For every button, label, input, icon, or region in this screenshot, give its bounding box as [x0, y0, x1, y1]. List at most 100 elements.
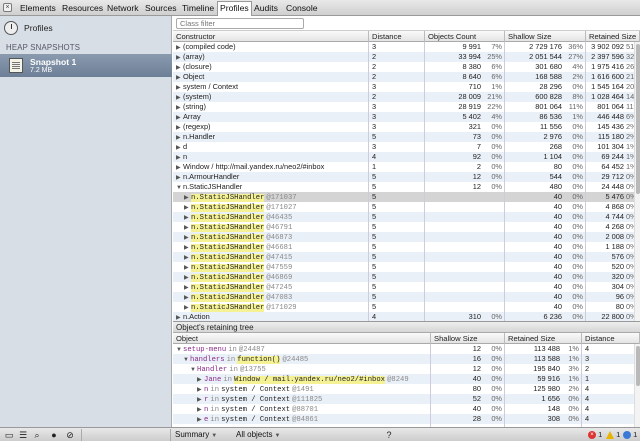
- instance-row[interactable]: ▶ n.StaticJSHandler @46869 5 40 0% 320 0%: [173, 272, 640, 282]
- disclosure-triangle-icon[interactable]: ▶: [184, 243, 191, 252]
- instance-row[interactable]: ▶ n.StaticJSHandler @47245 5 40 0% 304 0%: [173, 282, 640, 292]
- column-header-shallow-size[interactable]: Shallow Size: [505, 31, 586, 42]
- retainer-row[interactable]: ▼handlers in function() @24485 16 0% 113 58…: [173, 354, 640, 364]
- dock-icon[interactable]: ▭: [3, 429, 15, 441]
- tab-sources[interactable]: Sources: [143, 2, 179, 14]
- expanded-triangle-icon[interactable]: ▼: [176, 345, 183, 354]
- column-header-distance[interactable]: Distance: [369, 31, 425, 42]
- constructors-scroll-thumb[interactable]: [636, 44, 640, 194]
- retainer-row[interactable]: ▶ n in system / Context @1491 80 0% 125 980 2…: [173, 384, 640, 394]
- error-counter[interactable]: × 1: [588, 430, 602, 440]
- expanded-triangle-icon[interactable]: ▼: [183, 355, 190, 364]
- disclosure-triangle-icon[interactable]: ▶: [184, 193, 191, 202]
- tab-network[interactable]: Network: [105, 2, 141, 14]
- disclosure-triangle-icon[interactable]: ▶: [176, 73, 183, 82]
- column-header-constructor[interactable]: Constructor: [173, 31, 369, 42]
- disclosure-triangle-icon[interactable]: ▶: [176, 143, 183, 152]
- table-row[interactable]: ▶ (closure) 2 8 380 6% 301 680 4% 1 975 416 26%: [173, 62, 640, 72]
- table-row[interactable]: ▼n.StaticJSHandler 5 12 0% 480 0% 24 448 0%: [173, 182, 640, 192]
- tab-timeline[interactable]: Timeline: [180, 2, 216, 14]
- disclosure-triangle-icon[interactable]: ▶: [176, 113, 183, 122]
- disclosure-triangle-icon[interactable]: ▶: [197, 375, 204, 384]
- console-drawer-icon[interactable]: ☰: [17, 429, 29, 441]
- table-row[interactable]: ▶ d 3 7 0% 268 0% 101 304 1%: [173, 142, 640, 152]
- instance-row[interactable]: ▶ n.StaticJSHandler @171037 5 40 0% 5 476 0%: [173, 192, 640, 202]
- table-row[interactable]: ▶ (system) 2 28 009 21% 600 828 8% 1 028 464 14%: [173, 92, 640, 102]
- tab-console[interactable]: Console: [284, 2, 320, 14]
- instance-row[interactable]: ▶ n.StaticJSHandler @47559 5 40 0% 520 0%: [173, 262, 640, 272]
- disclosure-triangle-icon[interactable]: ▶: [176, 53, 183, 62]
- disclosure-triangle-icon[interactable]: ▶: [184, 273, 191, 282]
- constructors-scrollbar[interactable]: [634, 42, 640, 321]
- retainer-row[interactable]: ▶ n in system / Context @88701 40 0% 148 0% 4: [173, 404, 640, 414]
- instance-row[interactable]: ▶ n.StaticJSHandler @46873 5 40 0% 2 008 0%: [173, 232, 640, 242]
- retaining-scrollbar[interactable]: [634, 344, 640, 427]
- view-select[interactable]: Summary ▼: [175, 430, 217, 440]
- take-snapshot-icon[interactable]: ●: [48, 429, 60, 441]
- disclosure-triangle-icon[interactable]: ▶: [197, 395, 204, 404]
- table-row[interactable]: ▶ n.ArmourHandler 5 12 0% 544 0% 29 712 0%: [173, 172, 640, 182]
- retaining-header-object[interactable]: Object: [173, 333, 431, 344]
- disclosure-triangle-icon[interactable]: ▶: [197, 405, 204, 414]
- column-header-retained-size[interactable]: Retained Size: [586, 31, 640, 42]
- disclosure-triangle-icon[interactable]: ▶: [184, 213, 191, 222]
- retainer-row[interactable]: ▶ e in system / Context @84861 28 0% 308 0% 4: [173, 414, 640, 424]
- disclosure-triangle-icon[interactable]: ▶: [184, 253, 191, 262]
- retainer-row[interactable]: ▶ r in system / Context @111825 52 0% 1 656 0…: [173, 394, 640, 404]
- disclosure-triangle-icon[interactable]: ▶: [176, 63, 183, 72]
- disclosure-triangle-icon[interactable]: ▶: [184, 293, 191, 302]
- disclosure-triangle-icon[interactable]: ▶: [176, 43, 183, 52]
- tab-resources[interactable]: Resources: [60, 2, 105, 14]
- instance-row[interactable]: ▶ n.StaticJSHandler @47415 5 40 0% 576 0%: [173, 252, 640, 262]
- tab-elements[interactable]: Elements: [18, 2, 58, 14]
- retaining-header-retained-size[interactable]: Retained Size: [505, 333, 582, 344]
- clear-icon[interactable]: ⊘: [64, 429, 76, 441]
- disclosure-triangle-icon[interactable]: ▶: [176, 93, 183, 102]
- retaining-header-distance[interactable]: Distance: [582, 333, 640, 344]
- table-row[interactable]: ▶ (array) 2 33 994 25% 2 051 544 27% 2 397 596 3…: [173, 52, 640, 62]
- close-icon[interactable]: ×: [3, 3, 12, 12]
- disclosure-triangle-icon[interactable]: ▶: [184, 283, 191, 292]
- retaining-scroll-thumb[interactable]: [636, 346, 640, 386]
- disclosure-triangle-icon[interactable]: ▶: [184, 203, 191, 212]
- disclosure-triangle-icon[interactable]: ▶: [197, 385, 204, 394]
- instance-row[interactable]: ▶ n.StaticJSHandler @171027 5 40 0% 4 868 0%: [173, 202, 640, 212]
- disclosure-triangle-icon[interactable]: ▶: [184, 223, 191, 232]
- instance-row[interactable]: ▶ n.StaticJSHandler @46435 5 40 0% 4 744 0%: [173, 212, 640, 222]
- table-row[interactable]: ▶ (compiled code) 3 9 991 7% 2 729 176 36% 3 90…: [173, 42, 640, 52]
- table-row[interactable]: ▶ (regexp) 3 321 0% 11 556 0% 145 436 2%: [173, 122, 640, 132]
- table-row[interactable]: ▶ n 4 92 0% 1 104 0% 69 244 1%: [173, 152, 640, 162]
- expanded-triangle-icon[interactable]: ▼: [176, 183, 183, 192]
- help-button[interactable]: ?: [383, 429, 395, 441]
- warning-counter[interactable]: 1: [606, 430, 620, 440]
- table-row[interactable]: ▶ system / Context 3 710 1% 28 296 0% 1 545 164…: [173, 82, 640, 92]
- retainer-row[interactable]: ▶ Jane in Window / mail.yandex.ru/neo2/#i…: [173, 374, 640, 384]
- sidebar-profiles-header[interactable]: Profiles: [4, 20, 168, 36]
- table-row[interactable]: ▶ n.Action 4 310 0% 6 236 0% 22 800 0%: [173, 312, 640, 321]
- disclosure-triangle-icon[interactable]: ▶: [176, 83, 183, 92]
- expanded-triangle-icon[interactable]: ▼: [190, 365, 197, 374]
- table-row[interactable]: ▶ Array 3 5 402 4% 86 536 1% 446 448 6%: [173, 112, 640, 122]
- sidebar-item-snapshot-1[interactable]: Snapshot 1 7.2 MB: [0, 54, 172, 77]
- instance-row[interactable]: ▶ n.StaticJSHandler @171029 5 40 0% 80 0%: [173, 302, 640, 312]
- table-row[interactable]: ▶ n.Handler 5 73 0% 2 976 0% 115 180 2%: [173, 132, 640, 142]
- info-counter[interactable]: 1: [623, 430, 637, 440]
- objects-filter-select[interactable]: All objects ▼: [236, 430, 280, 440]
- retainer-row[interactable]: ▼Handler in @13755 12 0% 195 840 3% 2: [173, 364, 640, 374]
- class-filter-input[interactable]: [176, 18, 304, 29]
- tab-profiles[interactable]: Profiles: [217, 1, 252, 16]
- disclosure-triangle-icon[interactable]: ▶: [176, 153, 183, 162]
- tab-audits[interactable]: Audits: [252, 2, 280, 14]
- table-row[interactable]: ▶ Window / http://mail.yandex.ru/neo2/#in…: [173, 162, 640, 172]
- column-header-objects-count[interactable]: Objects Count: [425, 31, 505, 42]
- instance-row[interactable]: ▶ n.StaticJSHandler @46791 5 40 0% 4 268 0%: [173, 222, 640, 232]
- disclosure-triangle-icon[interactable]: ▶: [176, 103, 183, 112]
- instance-row[interactable]: ▶ n.StaticJSHandler @47083 5 40 0% 96 0%: [173, 292, 640, 302]
- instance-row[interactable]: ▶ n.StaticJSHandler @46681 5 40 0% 1 188 0%: [173, 242, 640, 252]
- disclosure-triangle-icon[interactable]: ▶: [176, 133, 183, 142]
- retainer-row[interactable]: ▼setup-menu in @24487 12 0% 113 488 1% 4: [173, 344, 640, 354]
- table-row[interactable]: ▶ Object 2 8 640 6% 168 588 2% 1 616 600 21%: [173, 72, 640, 82]
- disclosure-triangle-icon[interactable]: ▶: [176, 313, 183, 321]
- retaining-header-shallow-size[interactable]: Shallow Size: [431, 333, 505, 344]
- disclosure-triangle-icon[interactable]: ▶: [176, 173, 183, 182]
